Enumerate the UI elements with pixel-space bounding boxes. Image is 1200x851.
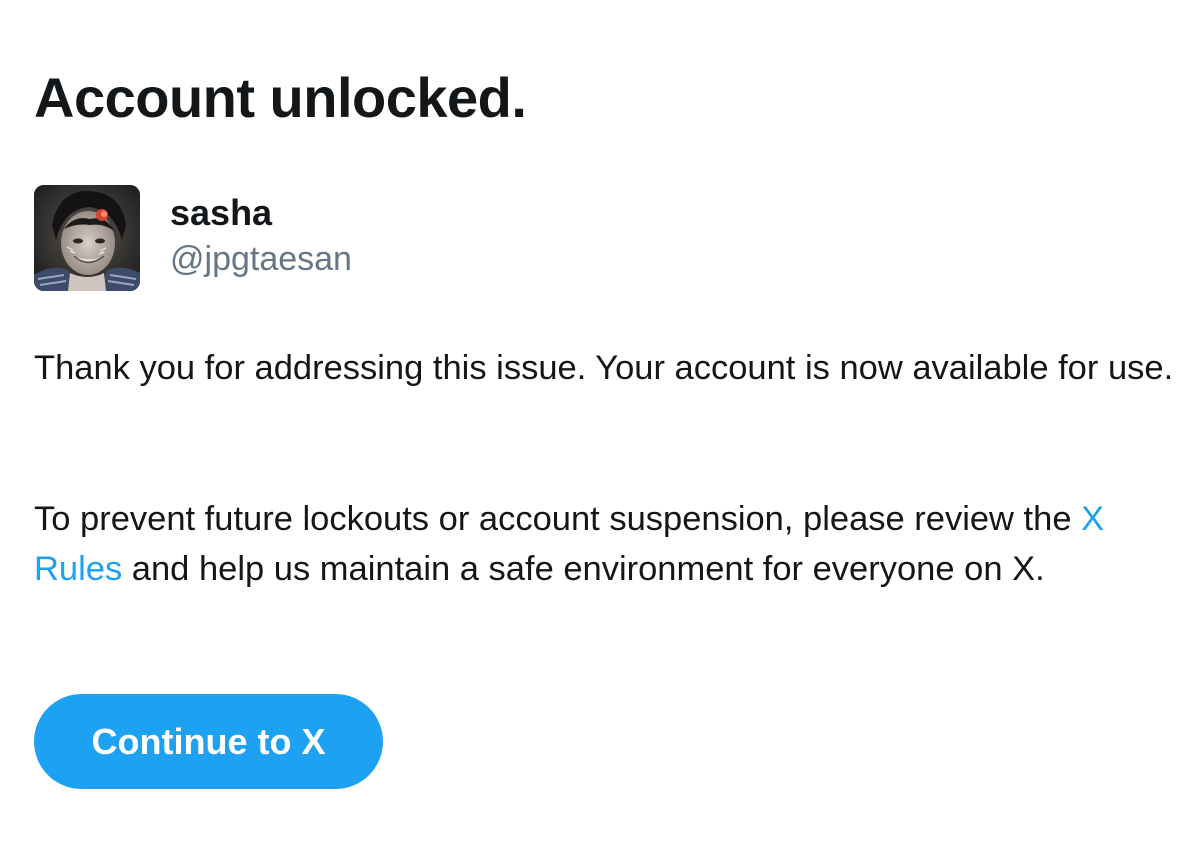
rules-reminder-message: To prevent future lockouts or account su… [34, 494, 1174, 594]
avatar [34, 185, 140, 291]
confirmation-message: Thank you for addressing this issue. You… [34, 349, 1174, 387]
user-identity: sasha @jpgtaesan [170, 191, 352, 281]
avatar-photo [34, 185, 140, 291]
user-handle: @jpgtaesan [170, 240, 352, 278]
user-profile-card: sasha @jpgtaesan [34, 185, 352, 291]
rules-reminder-text-before: To prevent future lockouts or account su… [34, 500, 1082, 538]
user-display-name: sasha [170, 192, 273, 233]
continue-button[interactable]: Continue to X [34, 694, 383, 789]
rules-reminder-text-after: and help us maintain a safe environment … [122, 550, 1045, 588]
page-title: Account unlocked. [34, 66, 527, 129]
